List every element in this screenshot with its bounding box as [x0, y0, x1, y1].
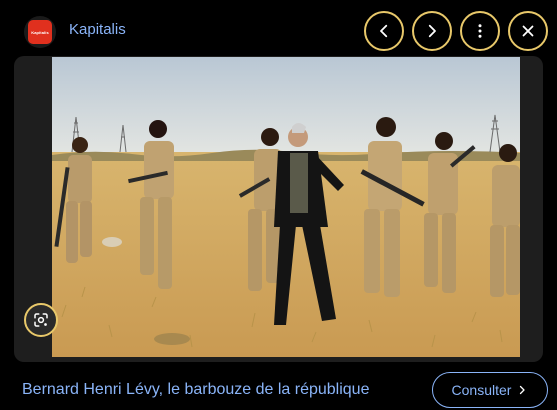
more-options-button[interactable]: [460, 11, 500, 51]
viewer-header: Kapitalis Kapitalis: [0, 0, 557, 56]
chevron-right-icon: [428, 24, 436, 38]
source-name[interactable]: Kapitalis: [69, 21, 126, 38]
visit-button[interactable]: Consulter: [432, 372, 548, 408]
source-logo-text: Kapitalis: [31, 29, 49, 35]
close-icon: [522, 25, 534, 37]
source-logo-tile: Kapitalis: [28, 20, 52, 44]
preview-image[interactable]: [52, 57, 520, 357]
image-title-link[interactable]: Bernard Henri Lévy, le barbouze de la ré…: [22, 381, 369, 399]
lens-search-icon: [34, 313, 48, 327]
source-logo[interactable]: Kapitalis: [24, 16, 56, 48]
previous-button[interactable]: [364, 11, 404, 51]
close-button[interactable]: [508, 11, 548, 51]
visit-button-label: Consulter: [451, 382, 512, 398]
lens-search-button[interactable]: [24, 303, 58, 337]
chevron-left-icon: [380, 24, 388, 38]
chevron-right-icon: [520, 385, 526, 395]
more-vertical-icon: [478, 24, 482, 38]
photo-illustration: [52, 57, 520, 357]
next-button[interactable]: [412, 11, 452, 51]
